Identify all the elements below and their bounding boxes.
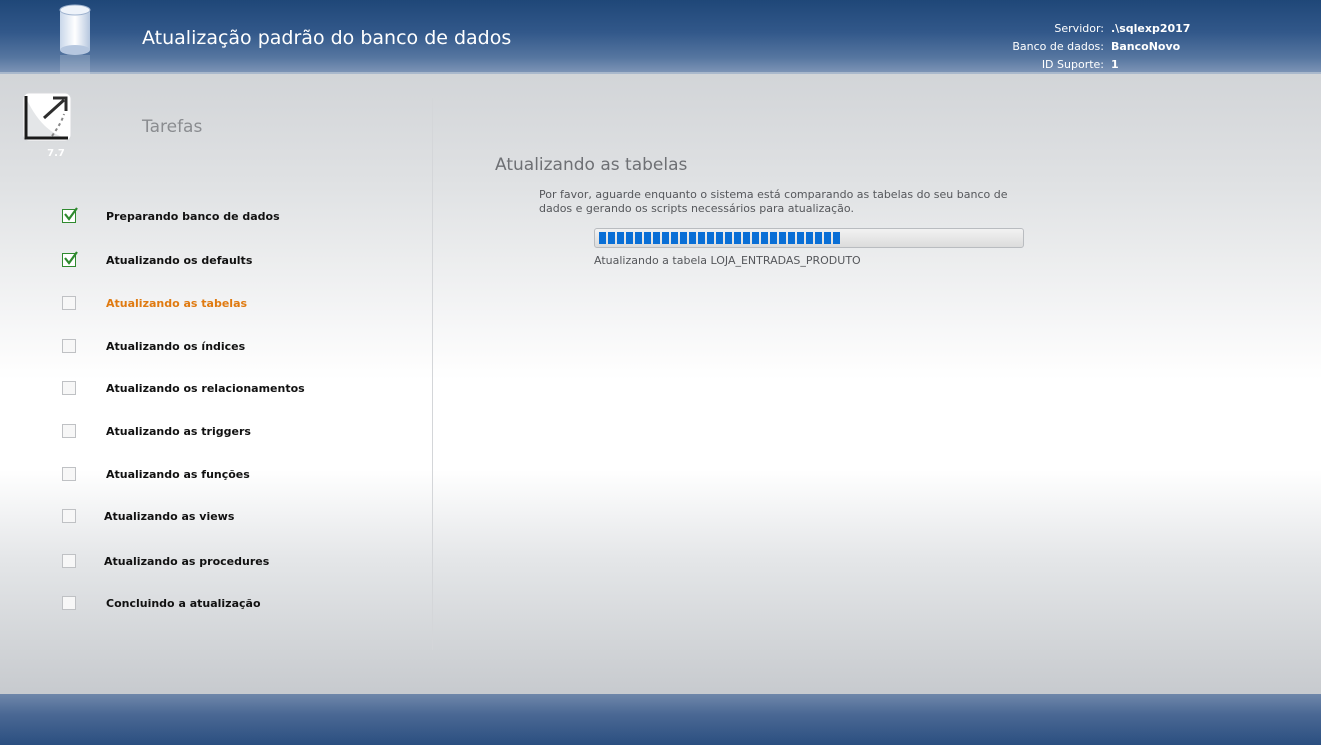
task-item: Concluindo a atualização xyxy=(0,596,420,618)
task-label: Atualizando as views xyxy=(104,510,235,523)
server-info: Servidor: .\sqlexp2017 Banco de dados: B… xyxy=(1012,20,1191,74)
progress-status: Atualizando a tabela LOJA_ENTRADAS_PRODU… xyxy=(594,254,861,267)
panel-divider xyxy=(432,98,433,650)
task-checkbox xyxy=(62,467,76,481)
task-item: Atualizando as views xyxy=(0,509,420,531)
task-item: Atualizando as triggers xyxy=(0,424,420,446)
version-label: 7.7 xyxy=(47,148,65,159)
task-label: Atualizando as funções xyxy=(106,468,250,481)
header-bar: Atualização padrão do banco de dados Ser… xyxy=(0,0,1321,74)
support-id-value: 1 xyxy=(1111,58,1119,71)
task-checkbox xyxy=(62,296,76,310)
task-checkbox xyxy=(62,424,76,438)
task-label: Atualizando as tabelas xyxy=(106,297,248,310)
task-checkbox xyxy=(62,596,76,610)
database-label: Banco de dados: xyxy=(1012,40,1104,53)
task-item: Preparando banco de dados xyxy=(0,207,420,231)
task-checkbox xyxy=(62,381,76,395)
task-checkbox xyxy=(62,339,76,353)
task-item: Atualizando as procedures xyxy=(0,554,420,576)
task-label: Preparando banco de dados xyxy=(106,210,280,223)
task-item: Atualizando os índices xyxy=(0,339,420,361)
footer-bar xyxy=(0,694,1321,745)
task-item: Atualizando as funções xyxy=(0,467,420,489)
task-checkbox-checked xyxy=(62,207,78,223)
server-label: Servidor: xyxy=(1054,22,1104,35)
task-checkbox xyxy=(62,509,76,523)
task-item: Atualizando os relacionamentos xyxy=(0,381,420,403)
task-item: Atualizando os defaults xyxy=(0,251,420,275)
task-label: Atualizando as triggers xyxy=(106,425,251,438)
checkmark-icon xyxy=(64,251,78,265)
tasks-title: Tarefas xyxy=(142,117,203,137)
task-checkbox-checked xyxy=(62,251,78,267)
upgrade-arrow-icon xyxy=(22,92,72,142)
database-value: BancoNovo xyxy=(1111,40,1181,53)
progress-bar xyxy=(594,228,1024,248)
support-id-label: ID Suporte: xyxy=(1041,58,1104,71)
section-description: Por favor, aguarde enquanto o sistema es… xyxy=(539,188,1008,215)
task-label: Concluindo a atualização xyxy=(106,597,261,610)
server-value: .\sqlexp2017 xyxy=(1111,22,1191,35)
task-label: Atualizando os defaults xyxy=(106,254,253,267)
task-checkbox xyxy=(62,554,76,568)
database-icon xyxy=(59,4,91,74)
task-item: Atualizando as tabelas xyxy=(0,296,420,318)
app-title: Atualização padrão do banco de dados xyxy=(142,27,512,49)
task-label: Atualizando os relacionamentos xyxy=(106,382,305,395)
task-label: Atualizando os índices xyxy=(106,340,246,353)
progress-fill xyxy=(599,232,840,244)
task-label: Atualizando as procedures xyxy=(104,555,270,568)
section-title: Atualizando as tabelas xyxy=(495,155,688,175)
checkmark-icon xyxy=(64,207,78,221)
